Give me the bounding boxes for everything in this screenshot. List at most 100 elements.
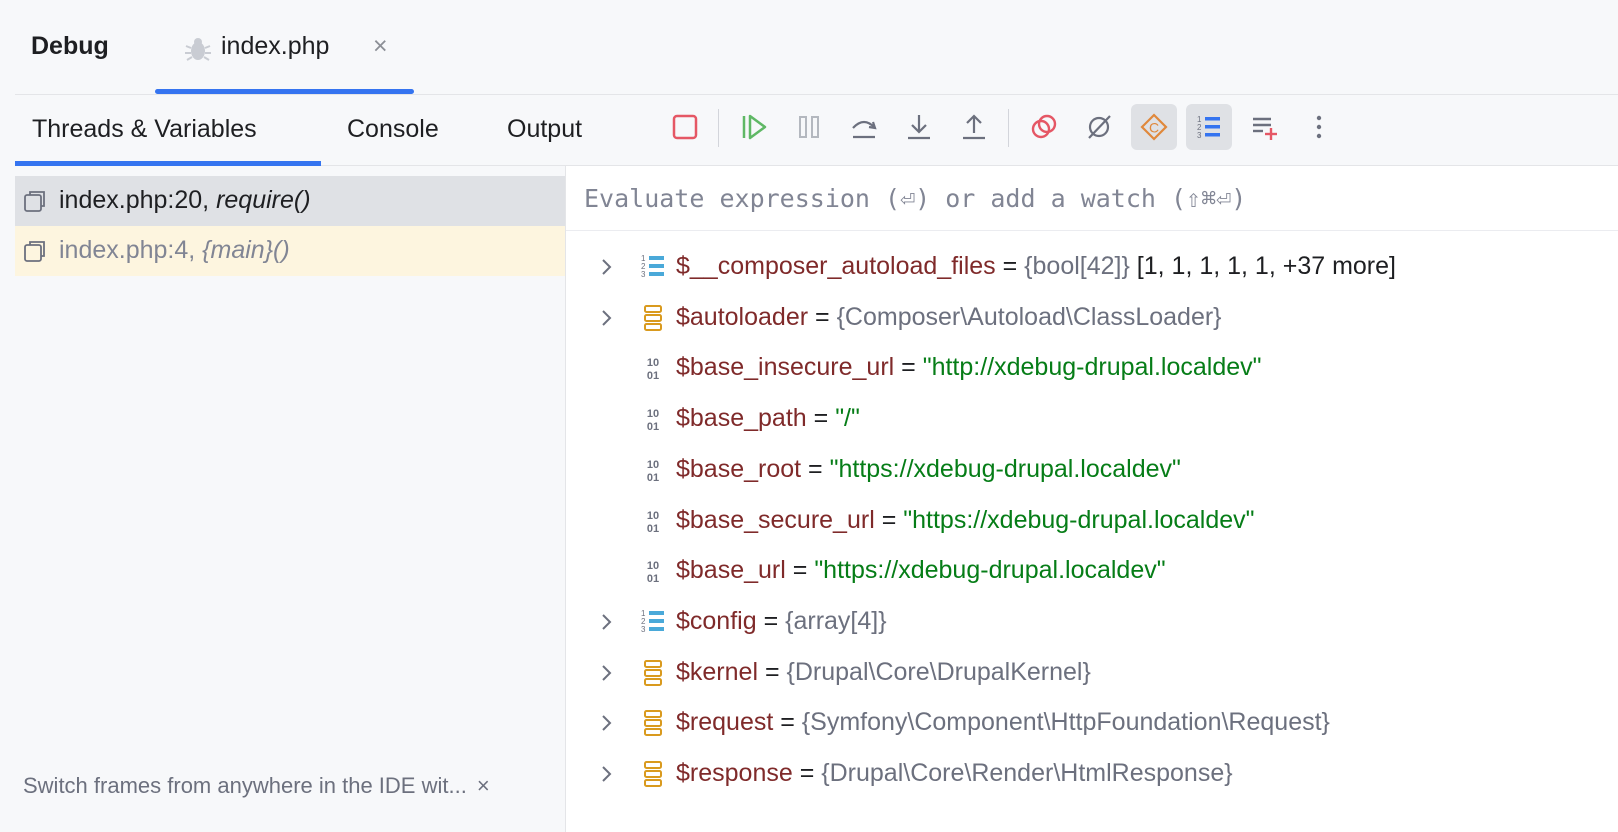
chevron-right-icon[interactable]	[596, 763, 618, 785]
variable-name: $response	[676, 759, 793, 787]
frame-item[interactable]: index.php:4, {main}()	[15, 226, 565, 276]
variable-row[interactable]: 1 2 3 $config = {array[4]}	[566, 597, 1618, 647]
variable-text: $kernel = {Drupal\Core\DrupalKernel}	[676, 658, 1091, 687]
close-hint-icon[interactable]: ×	[477, 773, 490, 798]
chevron-right-icon[interactable]	[596, 256, 618, 278]
equals-sign: =	[758, 657, 787, 686]
pause-button[interactable]	[786, 104, 832, 150]
variable-string-value: "https://xdebug-drupal.localdev"	[903, 505, 1255, 534]
view-breakpoints-button[interactable]	[1021, 104, 1067, 150]
variable-name: $kernel	[676, 657, 758, 686]
evaluate-expression-input[interactable]	[582, 178, 1586, 218]
mute-breakpoints-button[interactable]	[1076, 104, 1122, 150]
bug-icon	[185, 38, 211, 61]
frame-item[interactable]: index.php:20, require()	[15, 176, 565, 226]
step-out-icon	[963, 114, 985, 140]
frame-label: index.php:4, {main}()	[59, 236, 290, 265]
add-watch-button[interactable]	[1241, 104, 1287, 150]
tab-console[interactable]: Console	[347, 115, 439, 144]
variable-row[interactable]: 10 01 $base_insecure_url = "http://xdebug-…	[566, 343, 1618, 393]
variable-row[interactable]: $request = {Symfony\Component\HttpFounda…	[566, 698, 1618, 748]
object-icon	[644, 761, 662, 787]
primitive-icon: 1001	[647, 459, 659, 484]
equals-sign: =	[806, 404, 836, 433]
variable-type: {Composer\Autoload\ClassLoader}	[836, 302, 1222, 331]
variable-text: $base_path = "/"	[676, 404, 860, 433]
add-watch-icon	[1253, 117, 1277, 140]
equals-sign: =	[801, 454, 830, 483]
chevron-right-icon[interactable]	[596, 662, 618, 684]
svg-text:01: 01	[647, 472, 659, 484]
variable-string-value: "/"	[835, 404, 860, 433]
variable-name: $base_secure_url	[676, 505, 875, 534]
variable-name: $__composer_autoload_files	[676, 252, 996, 280]
variable-name: $autoloader	[676, 302, 809, 331]
pause-icon	[799, 116, 819, 138]
variable-name: $config	[676, 606, 757, 635]
variable-string-value: "http://xdebug-drupal.localdev"	[922, 353, 1262, 382]
svg-text:C: C	[1149, 120, 1159, 136]
variable-text: $__composer_autoload_files = {bool[42]} …	[676, 252, 1396, 281]
debugger-tabs-toolbar: Threads & Variables Console Output C 1 2…	[15, 95, 1618, 166]
variable-row[interactable]: $autoloader = {Composer\Autoload\ClassLo…	[566, 293, 1618, 343]
chevron-right-icon[interactable]	[596, 712, 618, 734]
object-icon	[644, 304, 662, 331]
object-icon	[644, 659, 662, 686]
resume-button[interactable]	[731, 104, 777, 150]
step-into-icon	[908, 115, 930, 140]
frame-location: index.php:4,	[59, 236, 196, 264]
equals-sign: =	[792, 759, 822, 787]
frame-function: require()	[216, 186, 311, 214]
settings-button[interactable]: C	[1131, 104, 1177, 150]
chevron-right-icon[interactable]	[596, 307, 618, 329]
settings-icon: C	[1140, 113, 1168, 141]
tab-label: index.php	[221, 32, 330, 60]
chevron-right-icon[interactable]	[596, 611, 618, 633]
more-icon	[1316, 115, 1322, 139]
resume-icon	[742, 114, 767, 140]
mute-breakpoints-icon	[1088, 115, 1111, 139]
variable-text: $base_url = "https://xdebug-drupal.local…	[676, 556, 1166, 585]
close-tab-icon[interactable]: ×	[373, 32, 388, 61]
svg-text:01: 01	[647, 421, 659, 433]
frame-icon	[24, 191, 45, 212]
step-into-button[interactable]	[896, 104, 942, 150]
step-out-button[interactable]	[951, 104, 997, 150]
frame-label: index.php:20, require()	[59, 186, 311, 215]
step-over-icon	[852, 120, 877, 139]
stop-button[interactable]	[662, 104, 708, 150]
variable-name: $base_root	[676, 454, 802, 483]
primitive-icon: 1001	[647, 357, 659, 382]
svg-text:3: 3	[641, 270, 646, 279]
step-over-button[interactable]	[841, 104, 887, 150]
tab-index-php[interactable]: index.php ×	[155, 10, 424, 94]
variable-row[interactable]: 10 01 $base_root = "https://xdebug-drupal.…	[566, 445, 1618, 495]
variable-row[interactable]: 10 01 $base_url = "https://xdebug-drupal.l…	[566, 546, 1618, 596]
variable-row[interactable]: 1 2 3 $__composer_autoload_files = {bool[42…	[566, 242, 1618, 292]
equals-sign: =	[874, 505, 904, 534]
more-options-button[interactable]	[1296, 104, 1342, 150]
show-values-button[interactable]: 123	[1186, 104, 1232, 150]
variable-row[interactable]: $kernel = {Drupal\Core\DrupalKernel}	[566, 648, 1618, 698]
frames-list: index.php:20, require() index.php:4, {ma…	[15, 166, 566, 832]
primitive-icon: 1001	[647, 408, 659, 433]
tab-output[interactable]: Output	[507, 115, 582, 144]
variable-string-value: "https://xdebug-drupal.localdev"	[829, 454, 1181, 483]
svg-text:01: 01	[647, 573, 659, 585]
array-icon: 123	[641, 254, 664, 279]
variable-value: [1, 1, 1, 1, 1, +37 more]	[1136, 252, 1396, 280]
variable-text: $autoloader = {Composer\Autoload\ClassLo…	[676, 303, 1222, 332]
frame-function: {main}()	[202, 236, 290, 264]
equals-sign: =	[756, 606, 786, 635]
svg-text:3: 3	[641, 625, 646, 634]
debug-header: Debug index.php ×	[15, 10, 1618, 95]
tab-threads-variables[interactable]: Threads & Variables	[32, 115, 257, 144]
view-breakpoints-icon	[1031, 114, 1057, 139]
variable-row[interactable]: $response = {Drupal\Core\Render\HtmlResp…	[566, 749, 1618, 799]
variable-row[interactable]: 10 01 $base_path = "/"	[566, 394, 1618, 444]
variables-panel: 123 $__composer_autoload_files = {bool[42…	[566, 166, 1618, 832]
svg-text:10: 10	[647, 560, 659, 572]
variable-row[interactable]: 10 01 $base_secure_url = "https://xdebug-d…	[566, 496, 1618, 546]
active-tab-indicator	[155, 89, 414, 94]
variable-string-value: "https://xdebug-drupal.localdev"	[814, 556, 1166, 585]
